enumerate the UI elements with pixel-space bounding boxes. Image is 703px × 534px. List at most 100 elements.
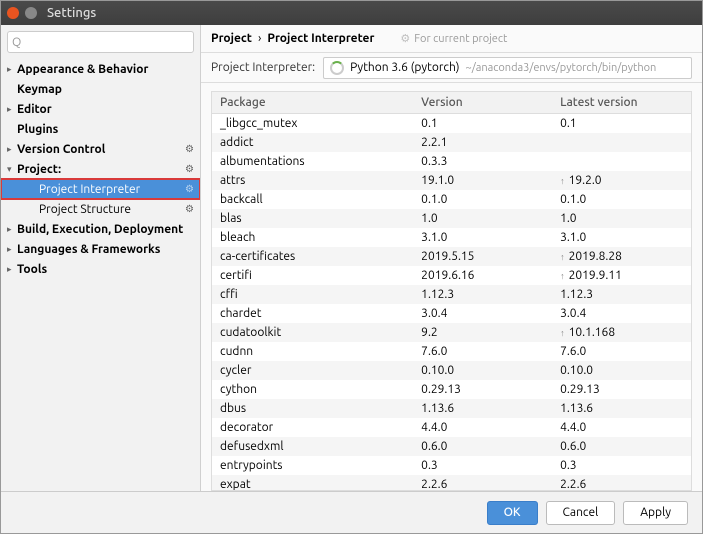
cell-latest: 0.6.0: [552, 437, 691, 456]
cell-latest: 0.10.0: [552, 361, 691, 380]
cancel-button[interactable]: Cancel: [546, 501, 616, 525]
tree-item-tools[interactable]: ▸Tools: [1, 259, 200, 279]
table-row[interactable]: attrs19.1.019.2.0: [212, 171, 691, 190]
tree-item-label: Version Control: [17, 143, 105, 156]
tree-item-label: Keymap: [17, 83, 62, 96]
tree-item-build-execution-deployment[interactable]: ▸Build, Execution, Deployment: [1, 219, 200, 239]
table-row[interactable]: cudnn7.6.07.6.0: [212, 342, 691, 361]
table-row[interactable]: bleach3.1.03.1.0: [212, 228, 691, 247]
interpreter-dropdown[interactable]: Python 3.6 (pytorch) ~/anaconda3/envs/py…: [323, 57, 692, 79]
cell-latest: [552, 133, 691, 152]
minimize-icon[interactable]: [25, 7, 37, 19]
cell-version: 1.12.3: [413, 285, 552, 304]
cell-package: attrs: [212, 171, 413, 190]
tree-item-label: Project Interpreter: [39, 183, 140, 196]
cell-latest: 2.2.6: [552, 475, 691, 492]
cell-version: 2019.6.16: [413, 266, 552, 285]
cell-latest: 19.2.0: [552, 171, 691, 190]
cell-latest: 0.3: [552, 456, 691, 475]
cell-package: backcall: [212, 190, 413, 209]
table-row[interactable]: defusedxml0.6.00.6.0: [212, 437, 691, 456]
cell-package: cffi: [212, 285, 413, 304]
cell-latest: 1.13.6: [552, 399, 691, 418]
cell-package: ca-certificates: [212, 247, 413, 266]
apply-button[interactable]: Apply: [623, 501, 688, 525]
cell-version: 2.2.1: [413, 133, 552, 152]
breadcrumb-leaf: Project Interpreter: [267, 32, 374, 45]
table-row[interactable]: cycler0.10.00.10.0: [212, 361, 691, 380]
table-row[interactable]: chardet3.0.43.0.4: [212, 304, 691, 323]
ok-button[interactable]: OK: [487, 501, 538, 525]
tree-item-project[interactable]: ▾Project: ⚙: [1, 159, 200, 179]
breadcrumb-sep: ›: [258, 32, 261, 45]
caret-icon: ▾: [7, 164, 17, 175]
cell-version: 0.1: [413, 114, 552, 133]
interpreter-label: Project Interpreter:: [211, 61, 315, 74]
tree-item-project-interpreter[interactable]: Project Interpreter ⚙: [1, 179, 200, 199]
cell-latest: 3.0.4: [552, 304, 691, 323]
table-row[interactable]: cudatoolkit9.210.1.168: [212, 323, 691, 342]
gear-icon: ⚙: [185, 163, 194, 175]
cell-version: 1.0: [413, 209, 552, 228]
settings-sidebar: Q ▸Appearance & BehaviorKeymap▸EditorPlu…: [1, 25, 201, 491]
cell-package: dbus: [212, 399, 413, 418]
tree-item-project-structure[interactable]: Project Structure⚙: [1, 199, 200, 219]
tree-item-label: Languages & Frameworks: [17, 243, 160, 256]
col-package[interactable]: Package: [212, 92, 413, 114]
table-row[interactable]: decorator4.4.04.4.0: [212, 418, 691, 437]
caret-icon: ▸: [7, 244, 17, 255]
cell-package: cycler: [212, 361, 413, 380]
table-row[interactable]: backcall0.1.00.1.0: [212, 190, 691, 209]
search-icon: Q: [12, 36, 21, 49]
table-row[interactable]: dbus1.13.61.13.6: [212, 399, 691, 418]
tree-item-languages-frameworks[interactable]: ▸Languages & Frameworks: [1, 239, 200, 259]
close-icon[interactable]: [7, 7, 19, 19]
cell-package: blas: [212, 209, 413, 228]
titlebar: Settings: [1, 1, 702, 25]
cell-version: 0.6.0: [413, 437, 552, 456]
cell-version: 2019.5.15: [413, 247, 552, 266]
cell-version: 2.2.6: [413, 475, 552, 492]
table-row[interactable]: albumentations0.3.3: [212, 152, 691, 171]
tree-item-label: Tools: [17, 263, 47, 276]
caret-icon: ▸: [7, 64, 17, 75]
cell-latest: 7.6.0: [552, 342, 691, 361]
tree-item-keymap[interactable]: Keymap: [1, 79, 200, 99]
tree-item-version-control[interactable]: ▸Version Control⚙: [1, 139, 200, 159]
tree-item-label: Project Structure: [39, 203, 131, 216]
cell-version: 0.3.3: [413, 152, 552, 171]
cell-latest: 1.12.3: [552, 285, 691, 304]
table-row[interactable]: expat2.2.62.2.6: [212, 475, 691, 492]
caret-icon: ▸: [7, 264, 17, 275]
caret-icon: ▸: [7, 224, 17, 235]
cell-version: 0.10.0: [413, 361, 552, 380]
tree-item-editor[interactable]: ▸Editor: [1, 99, 200, 119]
search-input[interactable]: Q: [7, 31, 194, 53]
tree-item-plugins[interactable]: Plugins: [1, 119, 200, 139]
table-row[interactable]: ca-certificates2019.5.152019.8.28: [212, 247, 691, 266]
cell-latest: 0.1.0: [552, 190, 691, 209]
tree-item-label: Project:: [17, 163, 61, 176]
interpreter-row: Project Interpreter: Python 3.6 (pytorch…: [201, 53, 702, 83]
table-row[interactable]: blas1.01.0: [212, 209, 691, 228]
packages-table-wrap[interactable]: Package Version Latest version _libgcc_m…: [211, 91, 692, 491]
caret-icon: ▸: [7, 104, 17, 115]
col-latest[interactable]: Latest version: [552, 92, 691, 114]
table-row[interactable]: entrypoints0.30.3: [212, 456, 691, 475]
table-row[interactable]: addict2.2.1: [212, 133, 691, 152]
cell-latest: 2019.8.28: [552, 247, 691, 266]
tree-item-appearance-behavior[interactable]: ▸Appearance & Behavior: [1, 59, 200, 79]
table-row[interactable]: certifi2019.6.162019.9.11: [212, 266, 691, 285]
tree-item-label: Build, Execution, Deployment: [17, 223, 183, 236]
cell-latest: [552, 152, 691, 171]
gear-icon: ⚙: [185, 183, 194, 195]
col-version[interactable]: Version: [413, 92, 552, 114]
cell-version: 7.6.0: [413, 342, 552, 361]
table-row[interactable]: _libgcc_mutex0.10.1: [212, 114, 691, 133]
breadcrumb-root: Project: [211, 32, 252, 45]
packages-table: Package Version Latest version _libgcc_m…: [212, 92, 691, 491]
table-row[interactable]: cffi1.12.31.12.3: [212, 285, 691, 304]
table-row[interactable]: cython0.29.130.29.13: [212, 380, 691, 399]
tree-item-label: Appearance & Behavior: [17, 63, 148, 76]
cell-package: addict: [212, 133, 413, 152]
